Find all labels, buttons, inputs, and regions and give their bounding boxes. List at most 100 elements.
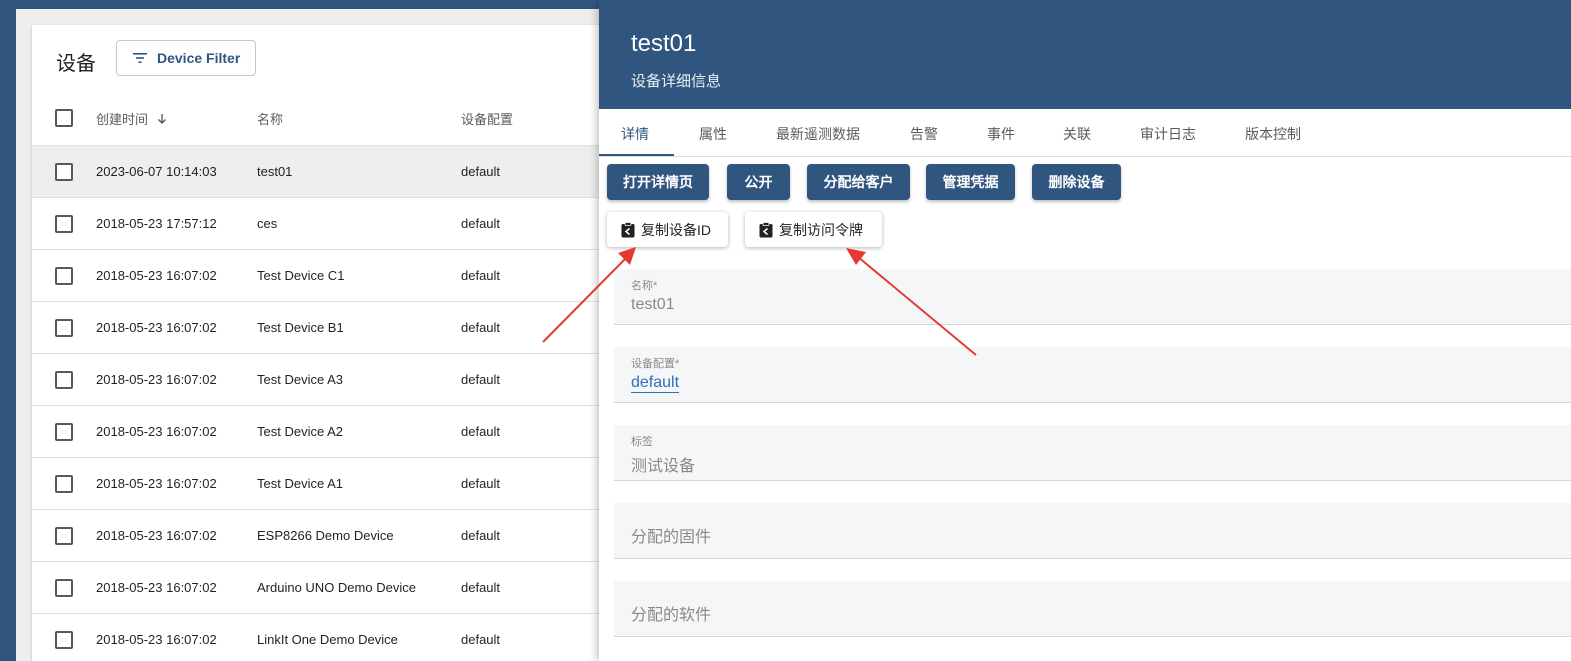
tab-relations[interactable]: 关联: [1063, 124, 1091, 144]
name-field[interactable]: 名称* test01: [614, 269, 1571, 325]
table-row[interactable]: 2018-05-23 16:07:02 Test Device B1 default: [32, 301, 612, 353]
row-profile: default: [461, 320, 501, 335]
column-header-created-label: 创建时间: [96, 112, 149, 127]
row-checkbox[interactable]: [55, 631, 73, 649]
row-created-time: 2018-05-23 17:57:12: [96, 216, 217, 231]
row-profile: default: [461, 476, 501, 491]
row-name: Test Device C1: [257, 268, 345, 283]
device-filter-label: Device Filter: [157, 50, 241, 66]
row-name: ces: [257, 216, 278, 231]
make-public-button[interactable]: 公开: [727, 164, 790, 200]
column-header-name[interactable]: 名称: [257, 109, 283, 128]
row-created-time: 2018-05-23 16:07:02: [96, 632, 217, 647]
clipboard-icon: [621, 221, 635, 237]
row-profile: default: [461, 580, 501, 595]
column-header-created[interactable]: 创建时间: [96, 109, 168, 128]
table-row[interactable]: 2018-05-23 16:07:02 Test Device A2 default: [32, 405, 612, 457]
table-row[interactable]: 2018-05-23 16:07:02 Arduino UNO Demo Devi…: [32, 561, 612, 613]
row-created-time: 2023-06-07 10:14:03: [96, 164, 217, 179]
row-name: Arduino UNO Demo Device: [257, 580, 416, 595]
name-field-label: 名称*: [631, 280, 658, 292]
row-profile: default: [461, 528, 501, 543]
label-field-value: 测试设备: [631, 458, 696, 475]
device-details-drawer: test01 设备详细信息 详情 属性 最新遥测数据 告警 事件 关联 审计日志…: [599, 0, 1571, 661]
device-profile-link[interactable]: default: [631, 374, 680, 393]
tab-attributes[interactable]: 属性: [699, 124, 727, 144]
firmware-field-placeholder: 分配的固件: [631, 529, 712, 546]
device-profile-field-label: 设备配置*: [631, 358, 680, 370]
page-title: 设备: [56, 53, 96, 75]
row-profile: default: [461, 372, 501, 387]
row-profile: default: [461, 216, 501, 231]
tab-version-control[interactable]: 版本控制: [1245, 124, 1301, 144]
tab-events[interactable]: 事件: [987, 124, 1015, 144]
row-checkbox[interactable]: [55, 475, 73, 493]
table-row[interactable]: 2018-05-23 16:07:02 ESP8266 Demo Device de…: [32, 509, 612, 561]
row-name: LinkIt One Demo Device: [257, 632, 398, 647]
tab-latest-telemetry[interactable]: 最新遥测数据: [776, 124, 860, 144]
table-row[interactable]: 2018-05-23 16:07:02 LinkIt One Demo Devic…: [32, 613, 612, 661]
active-tab-indicator: [599, 154, 674, 156]
open-details-page-button[interactable]: 打开详情页: [607, 164, 709, 200]
row-checkbox[interactable]: [55, 371, 73, 389]
software-field-placeholder: 分配的软件: [631, 607, 712, 624]
firmware-field[interactable]: 分配的固件: [614, 503, 1571, 559]
label-field[interactable]: 标签 测试设备: [614, 425, 1571, 481]
drawer-title: test01: [631, 30, 697, 57]
tab-alarms[interactable]: 告警: [910, 124, 938, 144]
row-profile: default: [461, 632, 501, 647]
row-checkbox[interactable]: [55, 579, 73, 597]
table-row[interactable]: 2018-05-23 16:07:02 Test Device A3 default: [32, 353, 612, 405]
detail-tabs: 详情 属性 最新遥测数据 告警 事件 关联 审计日志 版本控制: [599, 109, 1571, 157]
copy-access-token-label: 复制访问令牌: [779, 221, 863, 238]
filter-icon: [133, 53, 147, 63]
device-profile-field[interactable]: 设备配置* default: [614, 347, 1571, 403]
row-profile: default: [461, 164, 501, 179]
sort-down-icon: [157, 114, 166, 124]
device-list-card: 设备 Device Filter 创建时间 名称 设备配置 2023-06-07…: [32, 25, 612, 661]
row-profile: default: [461, 268, 501, 283]
row-created-time: 2018-05-23 16:07:02: [96, 424, 217, 439]
label-field-label: 标签: [631, 436, 653, 448]
copy-access-token-button[interactable]: 复制访问令牌: [745, 212, 882, 247]
select-all-checkbox[interactable]: [55, 109, 73, 127]
table-row[interactable]: 2023-06-07 10:14:03 test01 default: [32, 145, 612, 197]
row-created-time: 2018-05-23 16:07:02: [96, 372, 217, 387]
row-checkbox[interactable]: [55, 527, 73, 545]
drawer-subtitle: 设备详细信息: [631, 73, 722, 90]
row-checkbox[interactable]: [55, 267, 73, 285]
row-checkbox[interactable]: [55, 215, 73, 233]
table-row[interactable]: 2018-05-23 16:07:02 Test Device A1 default: [32, 457, 612, 509]
clipboard-icon: [759, 221, 773, 237]
tab-details[interactable]: 详情: [621, 124, 649, 144]
row-name: Test Device A2: [257, 424, 343, 439]
row-name: Test Device B1: [257, 320, 344, 335]
assign-to-customer-button[interactable]: 分配给客户: [807, 164, 910, 200]
copy-device-id-button[interactable]: 复制设备ID: [607, 212, 728, 247]
manage-credentials-button[interactable]: 管理凭据: [926, 164, 1015, 200]
row-checkbox[interactable]: [55, 163, 73, 181]
column-header-profile[interactable]: 设备配置: [461, 109, 513, 128]
table-row[interactable]: 2018-05-23 16:07:02 Test Device C1 default: [32, 249, 612, 301]
row-created-time: 2018-05-23 16:07:02: [96, 528, 217, 543]
row-name: ESP8266 Demo Device: [257, 528, 394, 543]
software-field[interactable]: 分配的软件: [614, 581, 1571, 637]
row-created-time: 2018-05-23 16:07:02: [96, 580, 217, 595]
row-name: Test Device A3: [257, 372, 343, 387]
tab-audit-logs[interactable]: 审计日志: [1140, 124, 1196, 144]
delete-device-button[interactable]: 删除设备: [1032, 164, 1121, 200]
row-name: test01: [257, 164, 293, 179]
app-sidebar: [0, 0, 16, 661]
row-created-time: 2018-05-23 16:07:02: [96, 476, 217, 491]
row-checkbox[interactable]: [55, 319, 73, 337]
row-checkbox[interactable]: [55, 423, 73, 441]
row-created-time: 2018-05-23 16:07:02: [96, 320, 217, 335]
copy-device-id-label: 复制设备ID: [641, 221, 711, 238]
name-field-value: test01: [631, 296, 675, 313]
table-row[interactable]: 2018-05-23 17:57:12 ces default: [32, 197, 612, 249]
row-name: Test Device A1: [257, 476, 343, 491]
row-profile: default: [461, 424, 501, 439]
row-created-time: 2018-05-23 16:07:02: [96, 268, 217, 283]
device-filter-button[interactable]: Device Filter: [116, 40, 256, 76]
drawer-header: test01 设备详细信息: [599, 0, 1571, 109]
